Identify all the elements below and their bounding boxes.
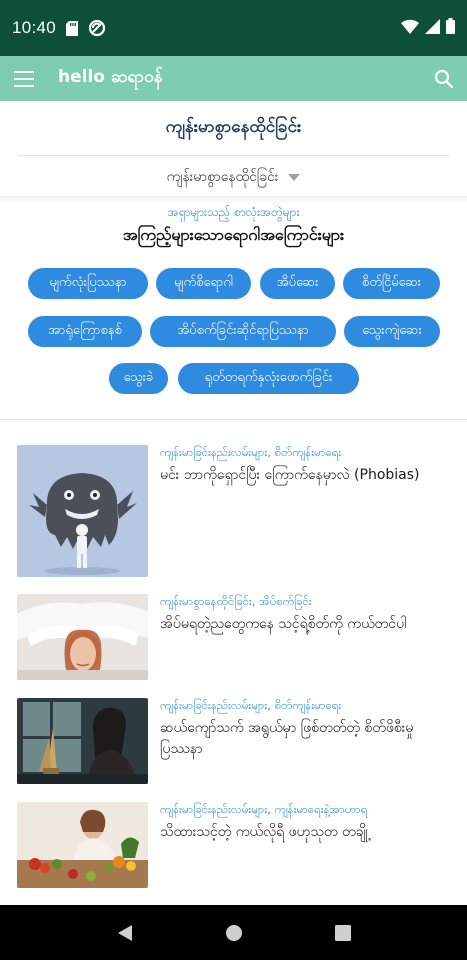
topic-pill[interactable]: အိပ်စက်ခြင်းဆိုင်ရာပြဿနာ <box>150 316 336 347</box>
article-card[interactable]: ကျန်းမာခြင်းနည်းလမ်းများ, ကျန်းမာရေးနဲ့အ… <box>0 802 467 888</box>
search-icon[interactable] <box>434 69 453 88</box>
article-card[interactable]: ကျန်းမာခြင်းနည်းလမ်းများ, စိတ်ကျန်းမာရေး… <box>0 698 467 784</box>
system-nav-bar <box>0 905 467 960</box>
sd-card-icon <box>66 20 79 36</box>
topic-pill[interactable]: အာရုံကြောစနစ် <box>28 316 142 347</box>
article-category: ကျန်းမာခြင်းနည်းလမ်းများ, ကျန်းမာရေးနဲ့အ… <box>160 802 368 816</box>
divider <box>18 155 449 156</box>
app-bar: hello ဆရာဝန် <box>0 56 467 101</box>
dropdown-value: ကျန်းမာစွာနေထိုင်ခြင်း <box>166 168 279 185</box>
article-image-teen <box>17 698 148 784</box>
topic-pill[interactable]: ရုတ်တရက်နှလုံးဖောက်ခြင်း <box>178 363 359 394</box>
article-card[interactable]: ကျန်းမာခြင်းနည်းလမ်းများ, စိတ်ကျန်းမာရေး… <box>0 445 467 577</box>
battery-icon <box>446 18 455 38</box>
status-time: 10:40 <box>12 18 57 37</box>
section-separator <box>0 196 467 204</box>
article-title: မင်း ဘာကိုရှောင်ပြီး ကြောက်နေမှာလဲ (Phob… <box>160 467 420 483</box>
page-title: ကျန်းမာစွာနေထိုင်ခြင်း <box>165 117 302 137</box>
article-image-phobia <box>17 445 148 577</box>
menu-icon[interactable] <box>14 70 34 87</box>
article-image-sleep <box>17 594 148 680</box>
category-dropdown[interactable]: ကျန်းမာစွာနေထိုင်ခြင်း <box>0 158 467 196</box>
topics-heading: အကြည့်များသောရောဂါအကြောင်းများ <box>122 225 345 244</box>
article-category: ကျန်းမာစွာနေထိုင်ခြင်း, အိပ်စက်ခြင်း <box>160 594 312 608</box>
article-category: ကျန်းမာခြင်းနည်းလမ်းများ, စိတ်ကျန်းမာရေး <box>160 445 342 459</box>
article-card[interactable]: ကျန်းမာစွာနေထိုင်ခြင်း, အိပ်စက်ခြင်း အိပ… <box>0 594 467 680</box>
article-image-nutrition <box>17 802 148 888</box>
topic-pill[interactable]: အိပ်ဆေး <box>260 268 335 299</box>
article-title: အိပ်မရတဲ့ညတွေကနေ သင့်ရဲ့စိတ်ကို ကယ်တင်ပါ <box>160 616 407 632</box>
recents-icon[interactable] <box>323 913 363 953</box>
topic-pill[interactable]: မျက်စိရောဂါ <box>156 268 251 299</box>
article-category: ကျန်းမာခြင်းနည်းလမ်းများ, စိတ်ကျန်းမာရေး <box>160 698 342 712</box>
wifi-icon <box>401 19 419 38</box>
topic-pill[interactable]: သွေးကျဲဆေး <box>344 316 440 347</box>
article-title: သိထားသင့်တဲ့ ကယ်လိုရီ ဖဟုသုတ တချို့ <box>160 824 368 840</box>
sync-icon <box>88 19 106 37</box>
topic-pill[interactable]: သွေးခဲ <box>109 363 168 394</box>
article-title: ဆယ်ကျော်သက် အရွယ်မှာ ဖြစ်တတ်တဲ့ စိတ်ဖိစီ… <box>160 720 414 757</box>
home-icon[interactable] <box>214 913 254 953</box>
topic-pill[interactable]: မျက်လုံးပြဿနာ <box>28 268 148 299</box>
topics-subtitle: အရှာများသည့် စာလုံးအတွဲများ <box>167 205 300 219</box>
signal-icon <box>425 18 440 38</box>
topic-pill[interactable]: စိတ်ငြိမ်ဆေး <box>343 268 440 299</box>
dropdown-caret-icon <box>288 173 301 181</box>
back-icon[interactable] <box>105 913 145 953</box>
status-bar: 10:40 <box>0 0 467 56</box>
divider <box>0 419 467 420</box>
app-logo: hello ဆရာဝန် <box>58 67 163 87</box>
